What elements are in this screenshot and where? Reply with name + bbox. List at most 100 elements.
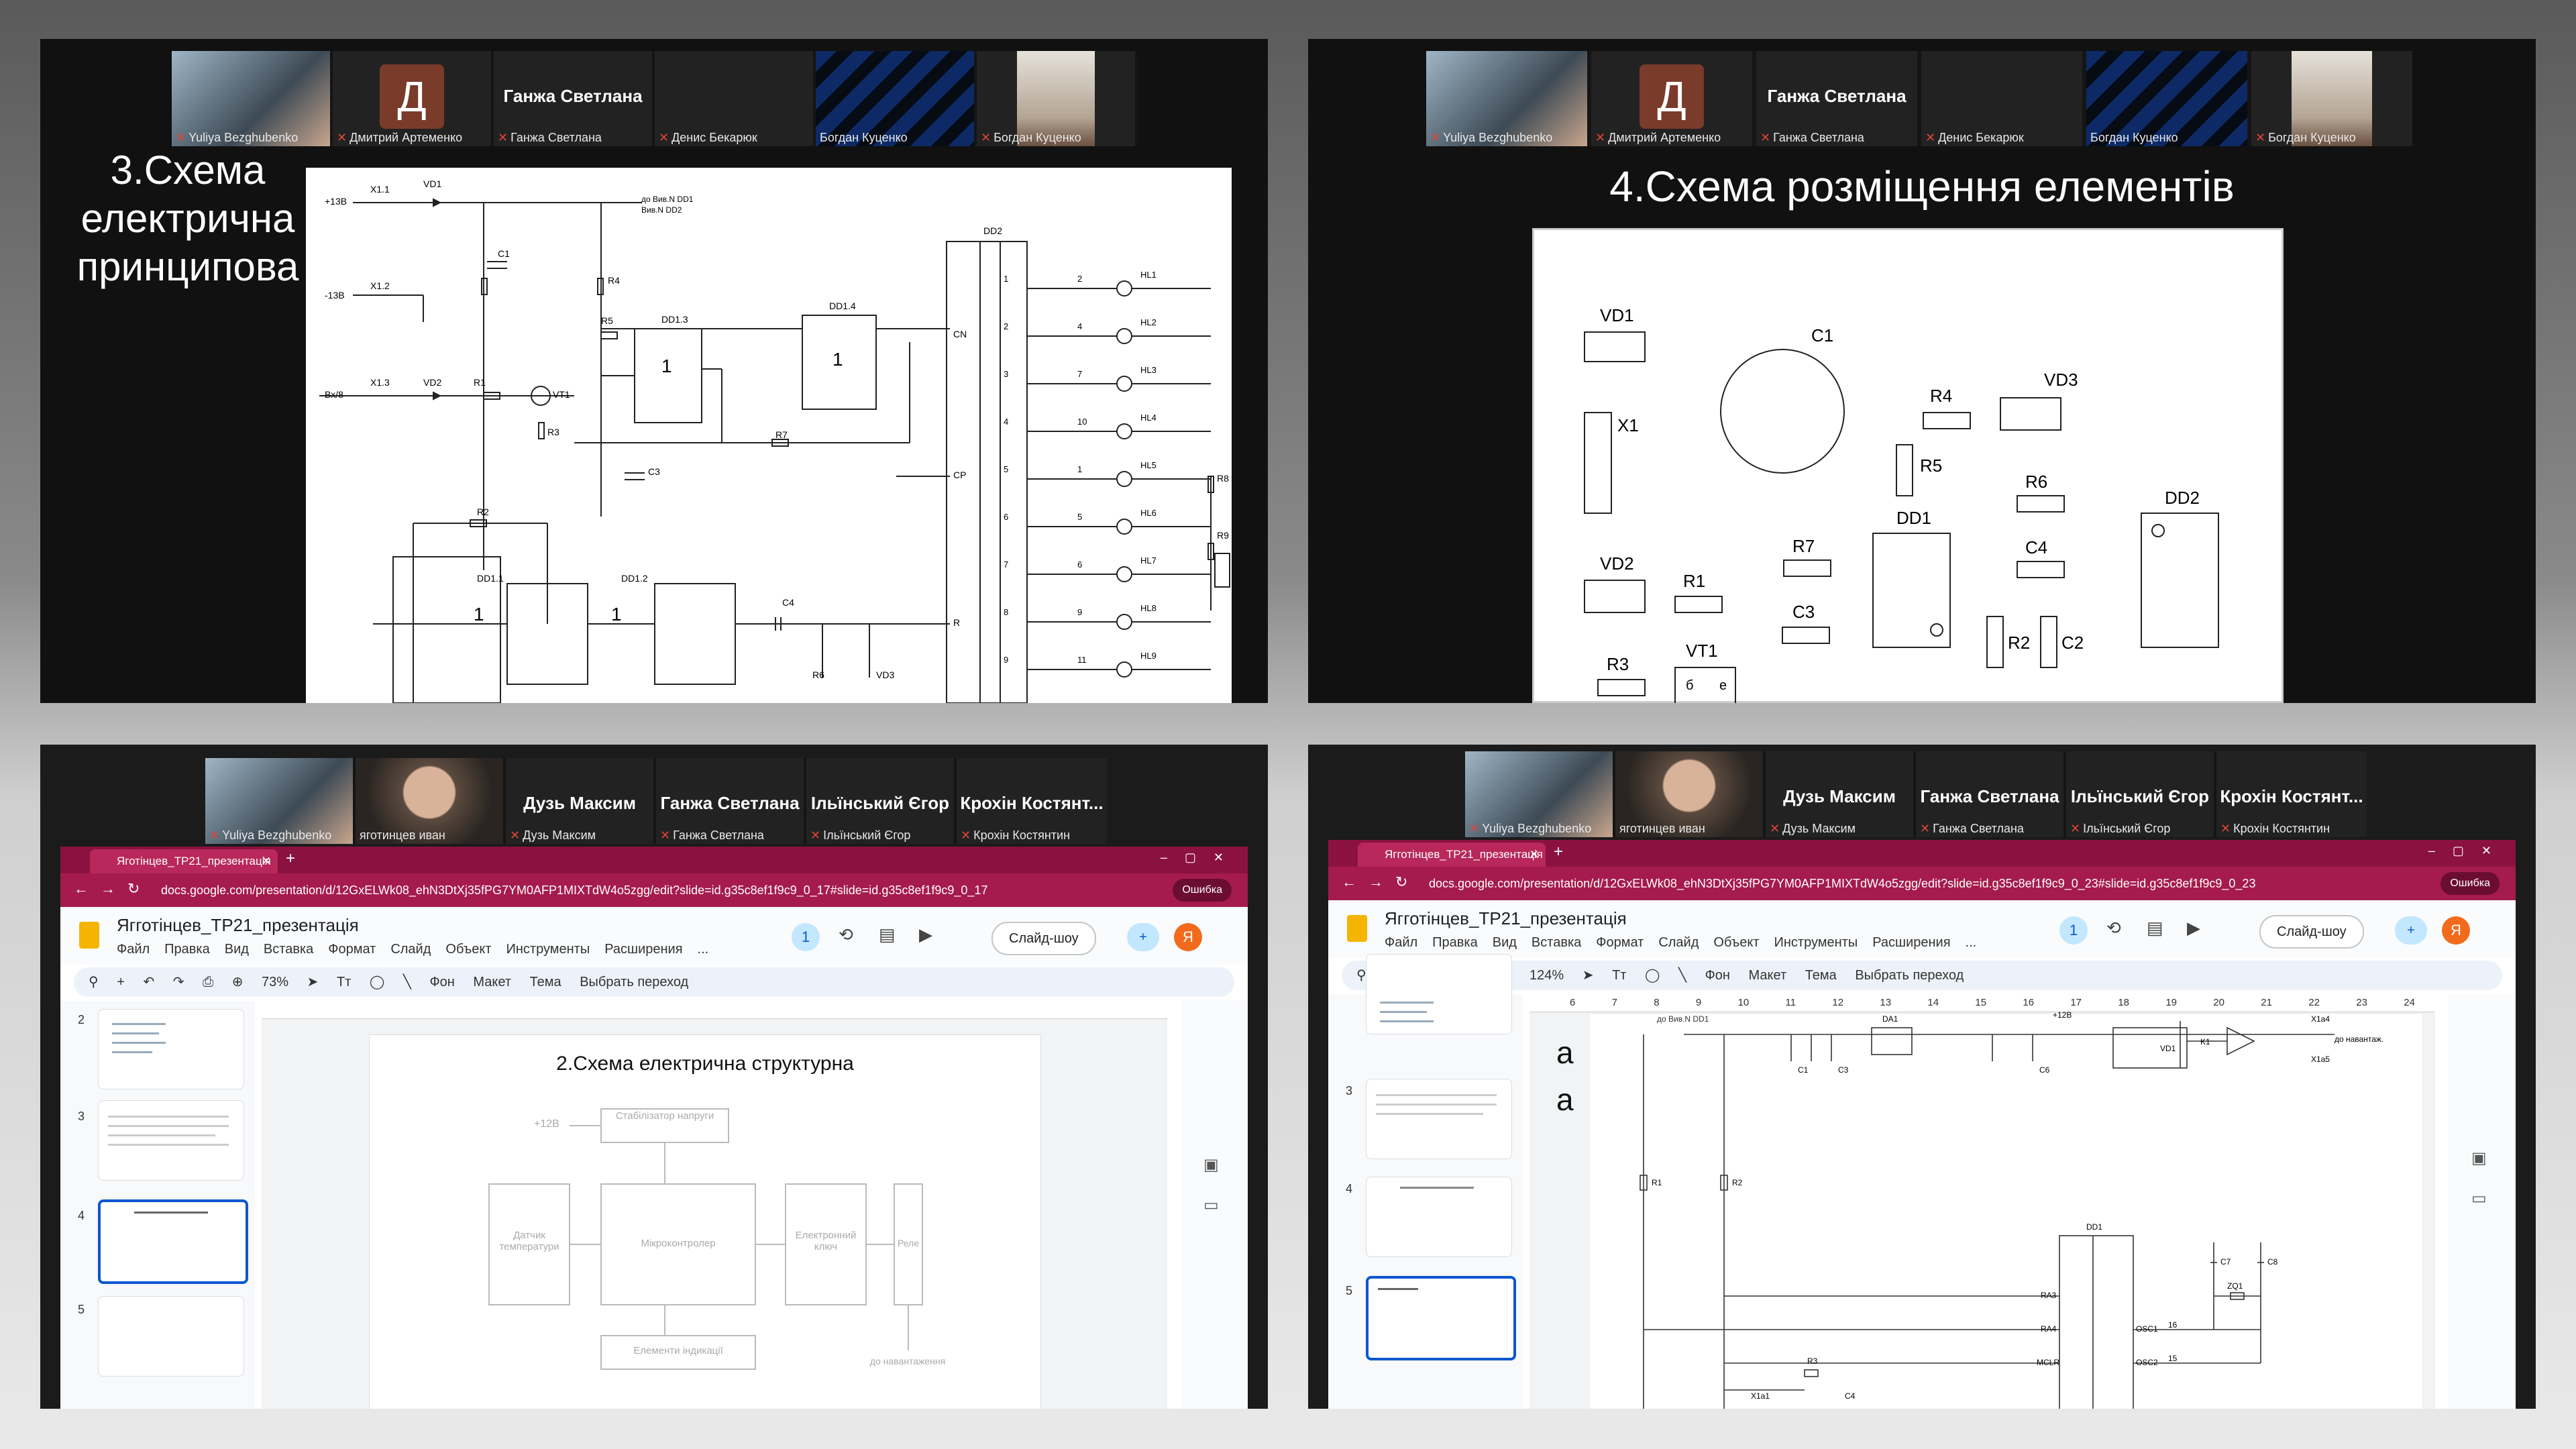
background-button[interactable]: Фон xyxy=(1705,968,1730,983)
select-icon[interactable]: ➤ xyxy=(1582,968,1594,983)
menu-edit[interactable]: Правка xyxy=(164,942,210,957)
meet-icon[interactable]: ▶ xyxy=(2187,918,2200,938)
new-tab-icon[interactable]: + xyxy=(1554,843,1563,861)
slideshow-button[interactable]: Слайд-шоу xyxy=(991,922,1096,955)
menu-extensions[interactable]: Расширения xyxy=(604,942,682,957)
menu-insert[interactable]: Вставка xyxy=(1532,935,1581,950)
folder-icon[interactable]: ▭ xyxy=(1203,1195,1219,1215)
document-title[interactable]: Ягготінцев_ТР21_презентація xyxy=(1385,908,1627,929)
menu-view[interactable]: Вид xyxy=(225,942,249,957)
participant-tile[interactable]: Ганжа Светлана ✕ Ганжа Светлана xyxy=(656,758,804,844)
menu-format[interactable]: Формат xyxy=(328,942,376,957)
participant-tile[interactable]: Дузь Максим ✕ Дузь Максим xyxy=(1766,751,1913,837)
slides-logo-icon[interactable] xyxy=(1347,915,1367,942)
url-input[interactable]: docs.google.com/presentation/d/12GxELWk0… xyxy=(161,879,1006,902)
participant-tile[interactable]: ✕ Денис Бекарюк xyxy=(655,51,813,146)
slide-thumbnail[interactable] xyxy=(1366,954,1512,1034)
menu-object[interactable]: Объект xyxy=(1713,935,1759,950)
participant-tile[interactable]: Д ✕ Дмитрий Артеменко xyxy=(1591,51,1752,146)
line-icon[interactable]: ╲ xyxy=(1678,968,1686,983)
participant-tile[interactable]: ✕ Yuliya Bezghubenko xyxy=(1426,51,1587,146)
comments-icon[interactable]: ▤ xyxy=(879,924,896,945)
layout-button[interactable]: Макет xyxy=(1749,968,1787,983)
menu-object[interactable]: Объект xyxy=(445,942,491,957)
participant-tile[interactable]: Ільїнський Єгор ✕ Ільїнський Єгор xyxy=(806,758,954,844)
menu-extensions[interactable]: Расширения xyxy=(1872,935,1950,950)
participant-tile-active[interactable]: Богдан Куценко xyxy=(816,51,974,146)
menu-file[interactable]: Файл xyxy=(1385,935,1417,950)
close-tab-icon[interactable]: ✕ xyxy=(262,849,271,873)
reload-icon[interactable]: ↻ xyxy=(127,880,140,898)
menu-format[interactable]: Формат xyxy=(1596,935,1644,950)
menu-view[interactable]: Вид xyxy=(1493,935,1517,950)
comments-icon[interactable]: ▤ xyxy=(2147,918,2163,938)
participant-tile[interactable]: Ганжа Светлана ✕ Ганжа Светлана xyxy=(1916,751,2063,837)
participant-tile[interactable]: Ільїнський Єгор ✕ Ільїнський Єгор xyxy=(2066,751,2214,837)
background-button[interactable]: Фон xyxy=(429,975,454,989)
slide-thumbnail[interactable] xyxy=(1366,1079,1512,1159)
participant-tile[interactable]: ✕ Денис Бекарюк xyxy=(1921,51,2082,146)
transition-button[interactable]: Выбрать переход xyxy=(580,975,688,989)
theme-button[interactable]: Тема xyxy=(530,975,561,989)
document-title[interactable]: Ягготінцев_ТР21_презентація xyxy=(117,915,359,936)
keep-icon[interactable]: ▣ xyxy=(1203,1155,1219,1175)
zoom-icon[interactable]: ⊕ xyxy=(232,975,244,989)
add-icon[interactable]: + xyxy=(117,975,125,989)
menu-edit[interactable]: Правка xyxy=(1432,935,1478,950)
participant-tile[interactable]: Дузь Максим ✕ Дузь Максим xyxy=(506,758,653,844)
participant-tile[interactable]: Ганжа Светлана ✕ Ганжа Светлана xyxy=(1756,51,1917,146)
menu-file[interactable]: Файл xyxy=(117,942,150,957)
collaborator-count[interactable]: 1 xyxy=(792,923,820,951)
window-controls[interactable]: –▢✕ xyxy=(1161,851,1241,865)
error-button[interactable]: Ошибка xyxy=(1173,879,1232,902)
slide-thumbnail[interactable] xyxy=(98,1100,244,1181)
participant-tile[interactable]: Ганжа Светлана ✕ Ганжа Светлана xyxy=(494,51,652,146)
reload-icon[interactable]: ↻ xyxy=(1395,873,1407,891)
shape-icon[interactable]: ◯ xyxy=(370,975,384,989)
textbox-icon[interactable]: Tт xyxy=(337,975,351,989)
forward-icon[interactable]: → xyxy=(1368,873,1383,891)
participant-tile[interactable]: Д ✕ Дмитрий Артеменко xyxy=(333,51,491,146)
keep-icon[interactable]: ▣ xyxy=(2471,1148,2487,1168)
menu-slide[interactable]: Слайд xyxy=(390,942,431,957)
participant-tile-active[interactable]: яготинцев иван xyxy=(356,758,503,844)
new-tab-icon[interactable]: + xyxy=(286,849,295,868)
error-button[interactable]: Ошибка xyxy=(2440,872,2500,895)
print-icon[interactable]: ⎙ xyxy=(203,975,213,989)
browser-tab[interactable]: Ягготінцев_ТР21_презентація ✕ xyxy=(1358,843,1546,867)
participant-tile[interactable]: ✕ Богдан Куценко xyxy=(977,51,1135,146)
transition-button[interactable]: Выбрать переход xyxy=(1855,968,1964,983)
slide[interactable]: до Вив.N DD1 DA1 +12В VD1 K1 X1a4 X1a5 д… xyxy=(1590,1010,2422,1409)
participant-tile[interactable]: ✕ Yuliya Bezghubenko xyxy=(1465,751,1613,837)
url-input[interactable]: docs.google.com/presentation/d/12GxELWk0… xyxy=(1429,872,2274,895)
close-tab-icon[interactable]: ✕ xyxy=(1529,843,1539,867)
theme-button[interactable]: Тема xyxy=(1805,968,1837,983)
history-icon[interactable]: ⟲ xyxy=(2106,918,2121,938)
slides-logo-icon[interactable] xyxy=(79,922,99,949)
shape-icon[interactable]: ◯ xyxy=(1645,968,1660,983)
window-controls[interactable]: –▢✕ xyxy=(2428,844,2509,858)
slide-thumbnail[interactable] xyxy=(98,1009,244,1089)
user-avatar[interactable]: Я xyxy=(1174,923,1202,951)
participant-tile[interactable]: ✕ Yuliya Bezghubenko xyxy=(205,758,353,844)
menu-tools[interactable]: Инструменты xyxy=(506,942,590,957)
slide-thumbnail[interactable] xyxy=(1366,1177,1512,1257)
layout-button[interactable]: Макет xyxy=(473,975,511,989)
menu-slide[interactable]: Слайд xyxy=(1658,935,1699,950)
search-icon[interactable]: ⚲ xyxy=(89,975,99,989)
line-icon[interactable]: ╲ xyxy=(403,975,411,989)
participant-tile[interactable]: Крохін Костянт... ✕ Крохін Костянтин xyxy=(2216,751,2367,837)
participant-tile[interactable]: Крохін Костянт... ✕ Крохін Костянтин xyxy=(957,758,1107,844)
menu-tools[interactable]: Инструменты xyxy=(1774,935,1858,950)
textbox-icon[interactable]: Tт xyxy=(1612,968,1626,983)
participant-tile[interactable]: ✕ Богдан Куценко xyxy=(2251,51,2412,146)
select-icon[interactable]: ➤ xyxy=(307,975,319,989)
slide[interactable]: 2.Схема електрична структурна +12В Стабі… xyxy=(369,1034,1041,1409)
undo-icon[interactable]: ↶ xyxy=(143,975,154,989)
zoom-select[interactable]: 73% xyxy=(262,975,288,989)
browser-tab[interactable]: Яготінцев_ТР21_презентація ✕ xyxy=(90,849,278,873)
share-icon[interactable]: + xyxy=(1127,923,1159,951)
back-icon[interactable]: ← xyxy=(1342,873,1356,891)
folder-icon[interactable]: ▭ xyxy=(2471,1189,2487,1208)
share-icon[interactable]: + xyxy=(2395,916,2427,945)
